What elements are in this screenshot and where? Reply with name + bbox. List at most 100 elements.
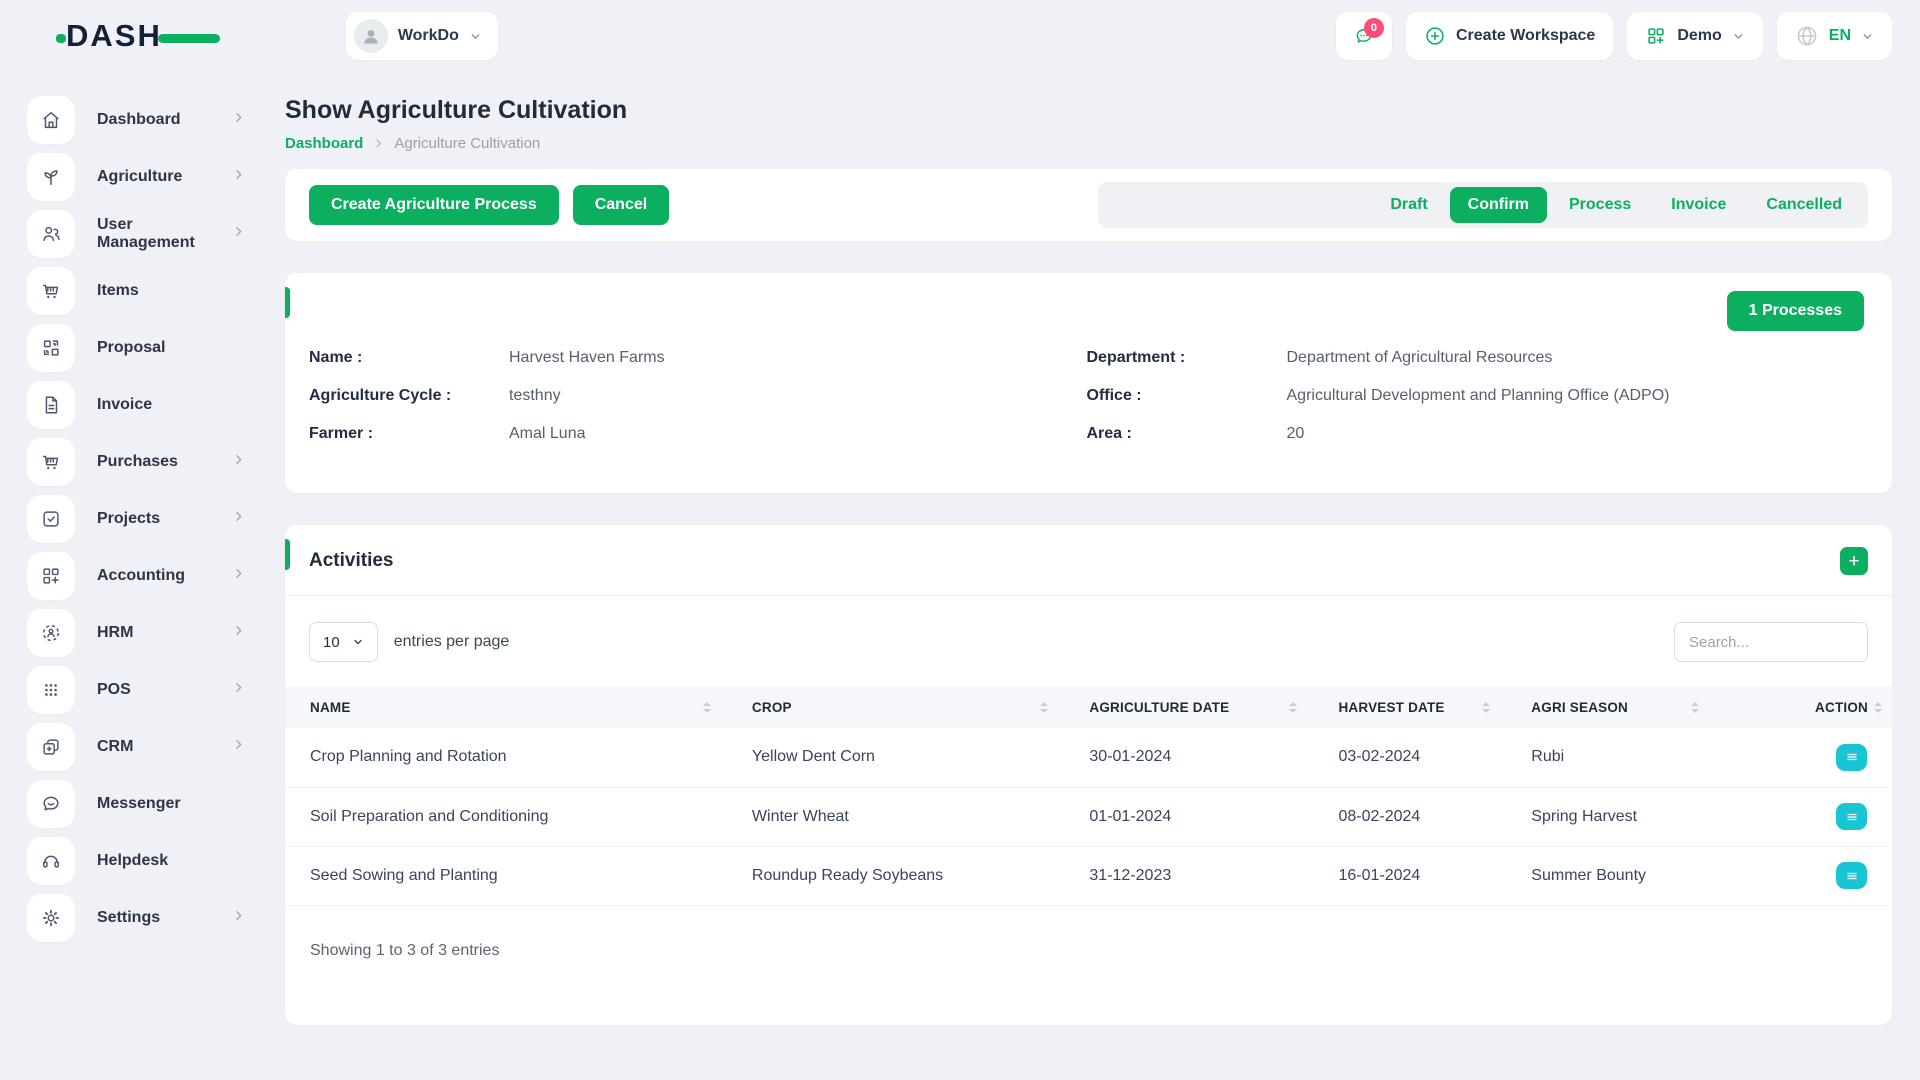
chevron-down-icon: [469, 30, 482, 43]
workspace-switcher[interactable]: WorkDo: [346, 12, 498, 60]
tab-cancelled[interactable]: Cancelled: [1748, 187, 1860, 223]
field-value: Harvest Haven Farms: [509, 349, 665, 367]
details-right-column: Department : Department of Agricultural …: [1087, 349, 1865, 463]
field-value: testhny: [509, 387, 561, 405]
tab-draft[interactable]: Draft: [1372, 187, 1445, 223]
sidebar-item-hrm[interactable]: HRM: [27, 609, 251, 657]
column-header-action[interactable]: ACTION: [1715, 686, 1892, 728]
document-icon: [27, 381, 75, 429]
sidebar-item-settings[interactable]: Settings: [27, 894, 251, 942]
check-square-icon: [27, 495, 75, 543]
sidebar-item-crm[interactable]: CRM: [27, 723, 251, 771]
breadcrumb-current: Agriculture Cultivation: [394, 135, 540, 152]
processes-button[interactable]: 1 Processes: [1727, 291, 1864, 331]
sidebar-item-projects[interactable]: Projects: [27, 495, 251, 543]
sidebar-item-agriculture[interactable]: Agriculture: [27, 153, 251, 201]
row-actions-button[interactable]: [1836, 862, 1867, 889]
search-input[interactable]: [1674, 622, 1868, 662]
add-activity-button[interactable]: +: [1840, 547, 1868, 575]
column-header-agri-season[interactable]: AGRI SEASON: [1506, 686, 1715, 728]
create-agriculture-process-button[interactable]: Create Agriculture Process: [309, 185, 559, 225]
entries-per-page-select[interactable]: 10: [309, 622, 378, 662]
chevron-right-icon: [232, 681, 245, 699]
sidebar-item-invoice[interactable]: Invoice: [27, 381, 251, 429]
field-department: Department : Department of Agricultural …: [1087, 349, 1865, 367]
column-header-harvest-date[interactable]: HARVEST DATE: [1313, 686, 1506, 728]
column-header-crop[interactable]: CROP: [727, 686, 1064, 728]
sidebar-item-label: User Management: [97, 216, 210, 252]
sidebar-item-accounting[interactable]: Accounting: [27, 552, 251, 600]
card-accent-bar: [285, 539, 290, 570]
table-row: Seed Sowing and Planting Roundup Ready S…: [285, 846, 1892, 905]
field-area: Area : 20: [1087, 425, 1865, 443]
chevron-right-icon: [232, 738, 245, 756]
cell-agri-season: Spring Harvest: [1506, 787, 1715, 846]
person-scan-icon: [27, 609, 75, 657]
sidebar-item-proposal[interactable]: Proposal: [27, 324, 251, 372]
sort-icon: [1482, 702, 1490, 713]
sidebar-item-label: CRM: [97, 738, 210, 756]
tab-process[interactable]: Process: [1551, 187, 1649, 223]
activities-title: Activities: [309, 550, 393, 572]
field-label: Name :: [309, 349, 509, 367]
sidebar-item-label: HRM: [97, 624, 210, 642]
row-actions-button[interactable]: [1836, 803, 1867, 830]
card-accent-bar: [285, 287, 290, 318]
sort-icon: [703, 702, 711, 713]
sort-icon: [1691, 702, 1699, 713]
plus-circle-icon: [1424, 25, 1446, 47]
breadcrumb-dashboard-link[interactable]: Dashboard: [285, 135, 363, 152]
demo-workspace-dropdown[interactable]: Demo: [1627, 12, 1762, 60]
cell-agriculture-date: 30-01-2024: [1064, 728, 1313, 787]
main-content: Show Agriculture Cultivation Dashboard A…: [265, 72, 1920, 1025]
chevron-right-icon: [232, 225, 245, 243]
sidebar-item-label: POS: [97, 681, 210, 699]
sidebar-item-purchases[interactable]: Purchases: [27, 438, 251, 486]
dash-logo: DASH: [66, 18, 220, 54]
chevron-right-icon: [232, 111, 245, 129]
column-header-name[interactable]: NAME: [285, 686, 727, 728]
menu-icon: [1846, 870, 1858, 882]
field-label: Department :: [1087, 349, 1287, 367]
sidebar-item-label: Projects: [97, 510, 210, 528]
logo-text: DASH: [66, 18, 162, 53]
grid-plus-icon: [27, 552, 75, 600]
logo-accent-bar: [158, 34, 220, 43]
tab-confirm[interactable]: Confirm: [1450, 187, 1547, 223]
field-value: 20: [1287, 425, 1305, 443]
breadcrumb: Dashboard Agriculture Cultivation: [285, 135, 1892, 152]
sidebar-item-items[interactable]: Items: [27, 267, 251, 315]
sidebar-item-user-management[interactable]: User Management: [27, 210, 251, 258]
sidebar-item-pos[interactable]: POS: [27, 666, 251, 714]
create-workspace-label: Create Workspace: [1456, 27, 1595, 45]
create-workspace-button[interactable]: Create Workspace: [1406, 12, 1613, 60]
sort-icon: [1040, 702, 1048, 713]
chevron-right-icon: [232, 510, 245, 528]
home-icon: [27, 96, 75, 144]
details-left-column: Name : Harvest Haven Farms Agriculture C…: [309, 349, 1087, 463]
sidebar-item-label: Agriculture: [97, 168, 210, 186]
sidebar: Dashboard Agriculture User Management It…: [0, 72, 265, 951]
field-label: Agriculture Cycle :: [309, 387, 509, 405]
workspace-name: WorkDo: [398, 27, 459, 45]
field-name: Name : Harvest Haven Farms: [309, 349, 1087, 367]
chevron-down-icon: [352, 636, 364, 648]
entries-per-page-value: 10: [323, 634, 340, 651]
chevron-right-icon: [373, 138, 384, 149]
cancel-button[interactable]: Cancel: [573, 185, 669, 225]
sidebar-item-label: Dashboard: [97, 111, 210, 129]
sidebar-item-helpdesk[interactable]: Helpdesk: [27, 837, 251, 885]
sidebar-item-label: Accounting: [97, 567, 210, 585]
sidebar-item-messenger[interactable]: Messenger: [27, 780, 251, 828]
row-actions-button[interactable]: [1836, 744, 1867, 771]
topbar-right: 0 Create Workspace Demo EN: [1336, 12, 1892, 60]
cart-icon: [27, 438, 75, 486]
qr-icon: [27, 324, 75, 372]
cart-icon: [27, 267, 75, 315]
sidebar-item-dashboard[interactable]: Dashboard: [27, 96, 251, 144]
language-dropdown[interactable]: EN: [1777, 12, 1892, 60]
tab-invoice[interactable]: Invoice: [1653, 187, 1744, 223]
column-header-agriculture-date[interactable]: AGRICULTURE DATE: [1064, 686, 1313, 728]
messages-button[interactable]: 0: [1336, 12, 1392, 60]
field-label: Office :: [1087, 387, 1287, 405]
